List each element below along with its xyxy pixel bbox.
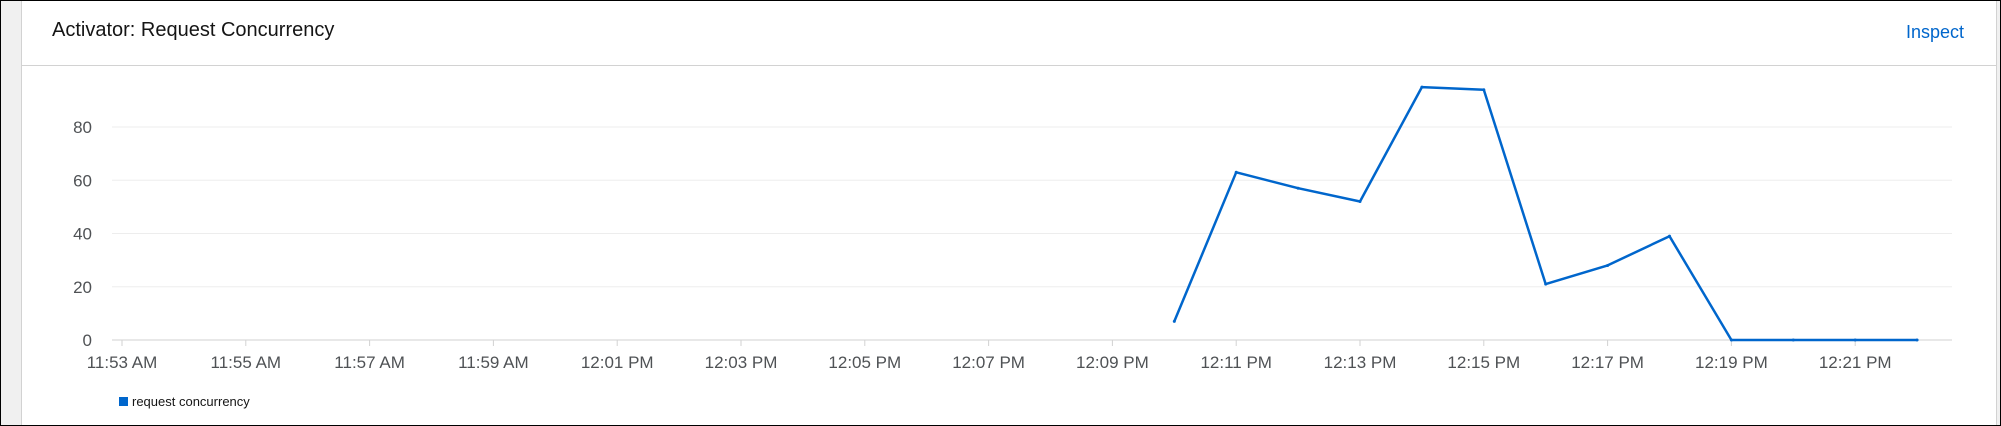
- data-point: [1482, 88, 1486, 92]
- x-tick-label: 12:13 PM: [1324, 353, 1397, 372]
- data-point: [1606, 263, 1610, 267]
- x-tick-label: 12:21 PM: [1819, 353, 1892, 372]
- x-tick-label: 12:09 PM: [1076, 353, 1149, 372]
- panel-frame: Activator: Request Concurrency Inspect 0…: [0, 0, 2001, 426]
- y-tick-label: 40: [73, 225, 92, 244]
- chart-card: Activator: Request Concurrency Inspect 0…: [21, 1, 1997, 425]
- data-point: [1420, 85, 1424, 89]
- series-line: [1173, 85, 1918, 342]
- data-point: [1729, 338, 1733, 342]
- legend-label: request concurrency: [132, 394, 250, 409]
- y-tick-label: 80: [73, 118, 92, 137]
- x-tick-label: 12:15 PM: [1447, 353, 1520, 372]
- x-tick-label: 12:05 PM: [828, 353, 901, 372]
- y-tick-label: 20: [73, 278, 92, 297]
- x-tick-label: 11:53 AM: [87, 353, 158, 372]
- data-point: [1791, 338, 1795, 342]
- line-chart: 0 20 40 60 80 11:53 AM 11:55 AM 11:57 AM 11:59 A…: [73, 85, 1952, 372]
- data-point: [1172, 319, 1176, 323]
- x-tick-label: 12:07 PM: [952, 353, 1025, 372]
- data-point: [1358, 200, 1362, 204]
- x-tick-label: 11:55 AM: [211, 353, 282, 372]
- data-point: [1915, 338, 1919, 342]
- x-tick-label: 12:11 PM: [1200, 353, 1272, 372]
- x-tick-label: 12:17 PM: [1571, 353, 1644, 372]
- x-tick-label: 12:19 PM: [1695, 353, 1768, 372]
- legend-swatch: [119, 397, 128, 406]
- data-point: [1668, 234, 1671, 238]
- y-tick-label: 0: [83, 331, 92, 350]
- x-tick-label: 12:01 PM: [581, 353, 654, 372]
- legend[interactable]: request concurrency: [119, 394, 250, 409]
- x-tick-label: 11:57 AM: [334, 353, 405, 372]
- data-point: [1296, 186, 1300, 190]
- data-point: [1853, 338, 1857, 342]
- y-tick-label: 60: [73, 171, 92, 190]
- data-point: [1234, 170, 1238, 174]
- data-point: [1544, 282, 1548, 286]
- x-tick-label: 11:59 AM: [458, 353, 529, 372]
- x-tick-label: 12:03 PM: [705, 353, 778, 372]
